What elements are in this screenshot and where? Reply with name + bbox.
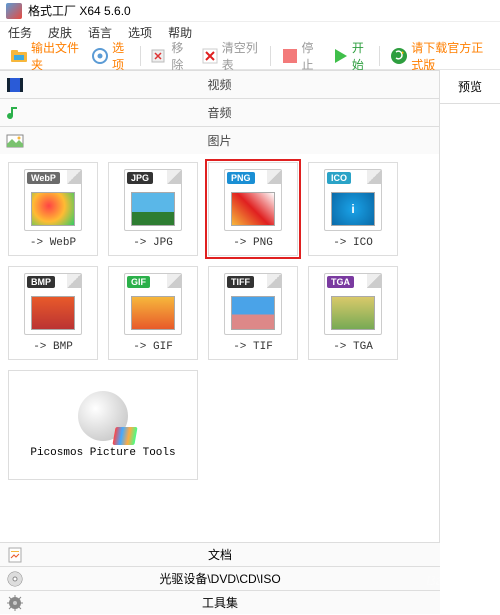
category-doc[interactable]: 文档 [0, 542, 440, 566]
start-icon [331, 47, 349, 65]
category-toolset[interactable]: 工具集 [0, 590, 440, 614]
category-disc[interactable]: 光驱设备\DVD\CD\ISO [0, 566, 440, 590]
card-label: -> PNG [233, 237, 273, 249]
preview-header[interactable]: 预览 [440, 70, 500, 104]
card-label: -> TGA [333, 341, 373, 353]
card-gif[interactable]: GIF -> GIF [108, 266, 198, 360]
titlebar: 格式工厂 X64 5.6.0 [0, 0, 500, 22]
card-label: -> GIF [133, 341, 173, 353]
window-title: 格式工厂 X64 5.6.0 [28, 2, 131, 19]
category-video[interactable]: 视频 [0, 70, 439, 98]
card-label: -> WebP [30, 237, 76, 249]
card-png[interactable]: PNG -> PNG [208, 162, 298, 256]
card-jpg[interactable]: JPG -> JPG [108, 162, 198, 256]
separator [270, 46, 271, 66]
card-label: -> BMP [33, 341, 73, 353]
image-icon [6, 132, 24, 150]
disc-icon [6, 570, 24, 588]
app-icon [6, 3, 22, 19]
card-tif[interactable]: TIFF -> TIF [208, 266, 298, 360]
options-icon [91, 47, 109, 65]
audio-icon [6, 104, 24, 122]
right-panel: 预览 [440, 70, 500, 610]
folder-icon [10, 47, 28, 65]
clear-icon [201, 47, 219, 65]
start-button[interactable]: 开始 [327, 37, 373, 75]
remove-button[interactable]: 移除 [146, 37, 192, 75]
download-official-button[interactable]: 请下载官方正式版 [386, 37, 494, 75]
download-icon [390, 47, 408, 65]
toolbar: 输出文件夹 选项 移除 清空列表 停止 开始 请下载官方正式版 [0, 42, 500, 70]
card-picosmos[interactable]: Picosmos Picture Tools [8, 370, 198, 480]
stop-icon [281, 47, 299, 65]
card-tga[interactable]: TGA -> TGA [308, 266, 398, 360]
card-webp[interactable]: WebP -> WebP [8, 162, 98, 256]
video-icon [6, 76, 24, 94]
doc-icon [6, 546, 24, 564]
card-label: -> TIF [233, 341, 273, 353]
card-label: -> JPG [133, 237, 173, 249]
output-folder-button[interactable]: 输出文件夹 [6, 37, 83, 75]
picosmos-icon [78, 391, 128, 441]
left-panel: 视频 音频 图片 WebP -> WebP JPG -> JPG PNG [0, 70, 440, 610]
card-label: -> ICO [333, 237, 373, 249]
stop-button[interactable]: 停止 [277, 37, 323, 75]
category-image[interactable]: 图片 [0, 126, 439, 154]
card-bmp[interactable]: BMP -> BMP [8, 266, 98, 360]
separator [379, 46, 380, 66]
clear-list-button[interactable]: 清空列表 [197, 37, 264, 75]
category-audio[interactable]: 音频 [0, 98, 439, 126]
separator [140, 46, 141, 66]
tool-icon [6, 594, 24, 612]
remove-icon [150, 47, 168, 65]
card-ico[interactable]: ICOi -> ICO [308, 162, 398, 256]
picosmos-label: Picosmos Picture Tools [30, 447, 175, 459]
options-button[interactable]: 选项 [87, 37, 133, 75]
